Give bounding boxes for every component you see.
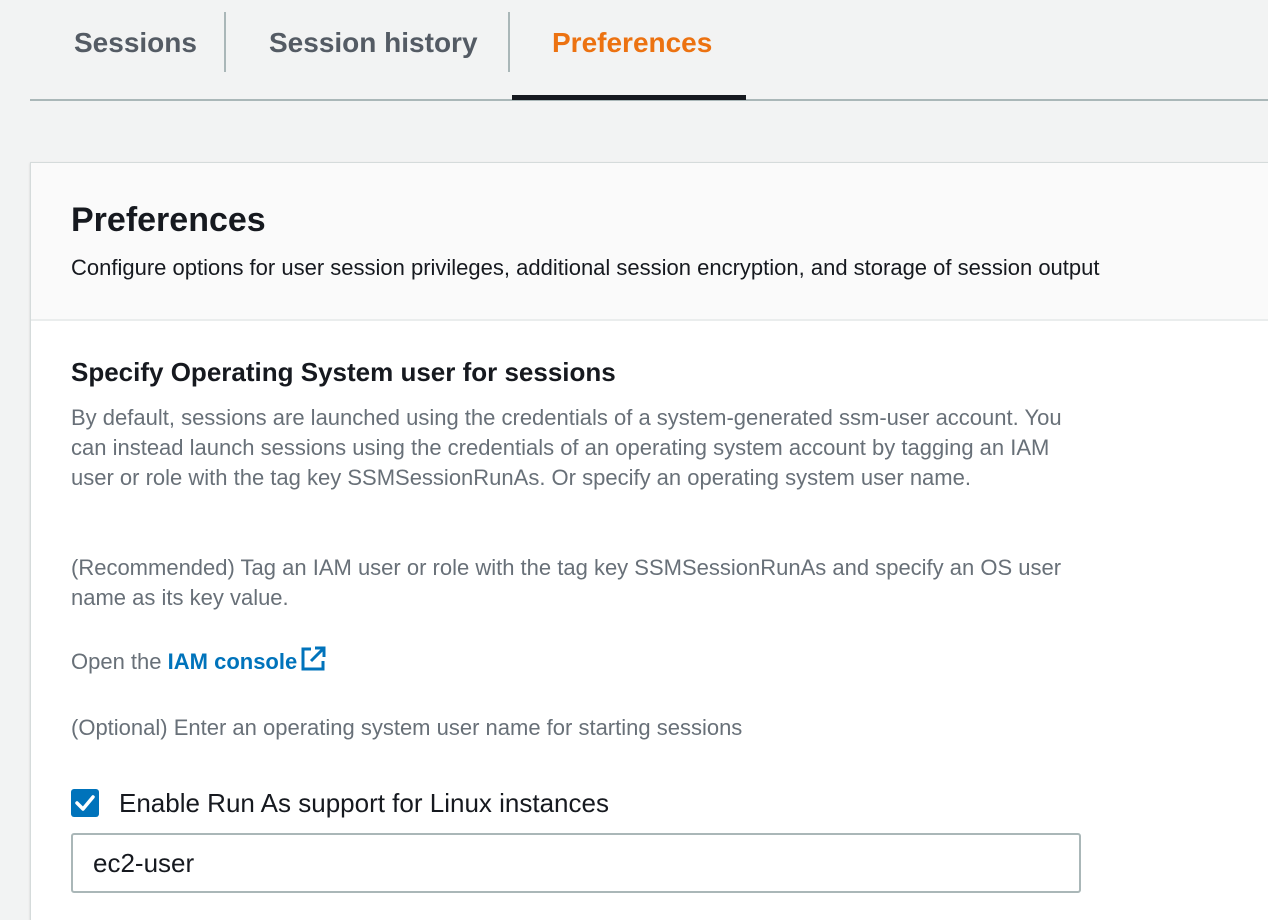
- panel-description: Configure options for user session privi…: [71, 255, 1100, 280]
- tab-divider: [508, 12, 510, 72]
- optional-username-hint: (Optional) Enter an operating system use…: [71, 715, 743, 740]
- run-as-section-title: Specify Operating System user for sessio…: [71, 357, 616, 387]
- panel-header: Preferences Configure options for user s…: [31, 163, 1268, 321]
- tab-sessions[interactable]: Sessions: [74, 0, 197, 100]
- open-prefix: Open the: [71, 649, 168, 674]
- os-username-input[interactable]: [71, 833, 1081, 893]
- iam-console-link[interactable]: IAM console: [168, 649, 298, 674]
- preferences-panel: Preferences Configure options for user s…: [30, 162, 1268, 920]
- tab-session-history[interactable]: Session history: [269, 0, 478, 100]
- active-tab-indicator: [512, 95, 746, 100]
- enable-run-as-checkbox[interactable]: [71, 789, 99, 817]
- run-as-recommended: (Recommended) Tag an IAM user or role wi…: [71, 555, 1062, 610]
- tab-divider: [224, 12, 226, 72]
- enable-run-as-label: Enable Run As support for Linux instance…: [119, 788, 609, 818]
- iam-console-line: Open the IAM console: [71, 645, 1071, 677]
- external-link-icon[interactable]: [299, 645, 327, 673]
- panel-title: Preferences: [71, 201, 266, 239]
- run-as-intro: By default, sessions are launched using …: [71, 405, 1062, 490]
- checkmark-icon: [75, 795, 95, 811]
- tab-bar: Sessions Session history Preferences: [30, 0, 1268, 101]
- tab-preferences[interactable]: Preferences: [552, 0, 712, 100]
